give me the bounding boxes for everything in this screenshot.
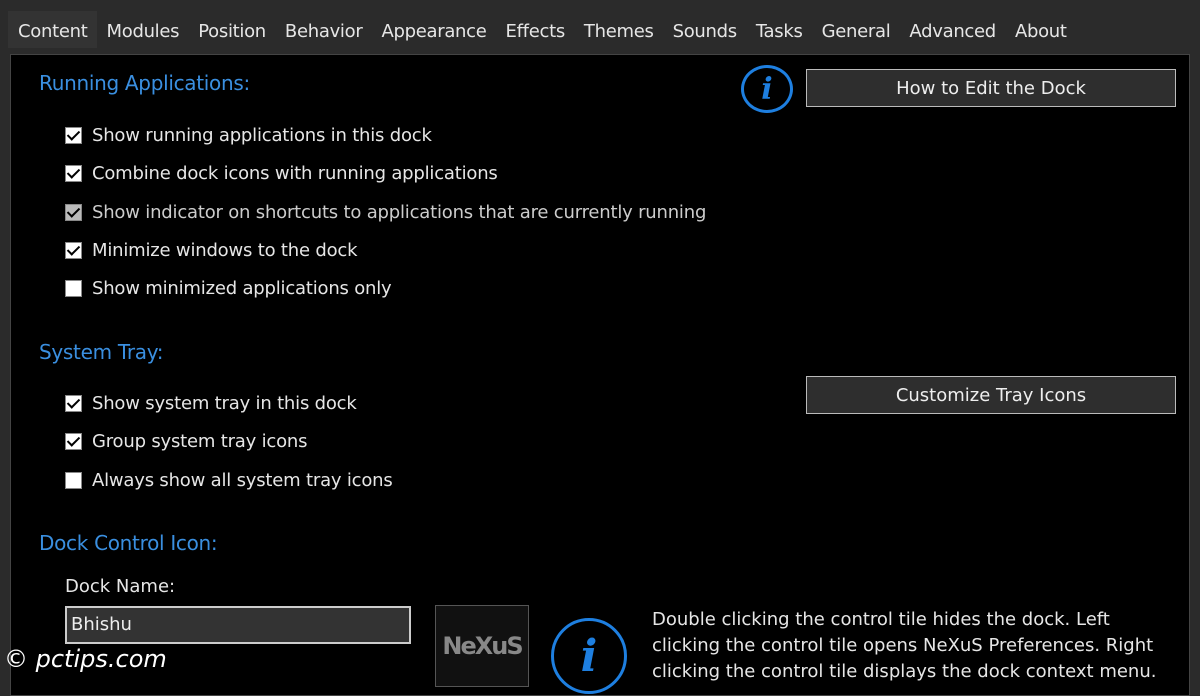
checkbox-combine-icons[interactable]: Combine dock icons with running applicat…	[65, 163, 498, 184]
dock-name-input[interactable]: Bhishu	[65, 606, 411, 644]
checkbox-checked[interactable]	[65, 165, 82, 182]
tab-general[interactable]: General	[812, 21, 900, 48]
checkbox-label: Combine dock icons with running applicat…	[92, 163, 498, 184]
checkbox-show-indicator[interactable]: Show indicator on shortcuts to applicati…	[65, 202, 706, 223]
checkbox-unchecked[interactable]	[65, 280, 82, 297]
tab-tasks[interactable]: Tasks	[746, 21, 812, 48]
checkbox-label: Show indicator on shortcuts to applicati…	[92, 202, 707, 223]
checkbox-unchecked[interactable]	[65, 472, 82, 489]
content-panel: Running Applications: i How to Edit the …	[10, 54, 1190, 696]
checkbox-label: Show minimized applications only	[92, 278, 392, 299]
checkbox-group-tray[interactable]: Group system tray icons	[65, 431, 307, 452]
checkbox-label: Group system tray icons	[92, 431, 308, 452]
customize-tray-icons-button[interactable]: Customize Tray Icons	[806, 376, 1176, 414]
tab-about[interactable]: About	[1005, 21, 1076, 48]
tab-sounds[interactable]: Sounds	[663, 21, 746, 48]
checkbox-show-running[interactable]: Show running applications in this dock	[65, 125, 432, 146]
dock-control-icon-heading: Dock Control Icon:	[39, 531, 218, 555]
tab-modules[interactable]: Modules	[97, 21, 189, 48]
checkbox-show-tray[interactable]: Show system tray in this dock	[65, 393, 357, 414]
checkbox-checked-disabled[interactable]	[65, 204, 82, 221]
tab-themes[interactable]: Themes	[574, 21, 663, 48]
tab-effects[interactable]: Effects	[496, 21, 574, 48]
how-to-edit-dock-button[interactable]: How to Edit the Dock	[806, 69, 1176, 107]
checkbox-checked[interactable]	[65, 395, 82, 412]
checkbox-checked[interactable]	[65, 433, 82, 450]
checkbox-checked[interactable]	[65, 127, 82, 144]
control-description: Double clicking the control tile hides t…	[652, 609, 1157, 682]
watermark: © pctips.com	[4, 645, 167, 673]
checkbox-label: Minimize windows to the dock	[92, 240, 358, 261]
checkbox-show-all-tray[interactable]: Always show all system tray icons	[65, 470, 393, 491]
info-icon-large: i	[551, 618, 627, 694]
tab-behavior[interactable]: Behavior	[275, 21, 372, 48]
tab-advanced[interactable]: Advanced	[899, 21, 1005, 48]
dock-name-label: Dock Name:	[65, 576, 176, 597]
tab-position[interactable]: Position	[188, 21, 275, 48]
tab-appearance[interactable]: Appearance	[371, 21, 495, 48]
system-tray-heading: System Tray:	[39, 340, 164, 364]
checkbox-checked[interactable]	[65, 242, 82, 259]
checkbox-label: Always show all system tray icons	[92, 470, 393, 491]
checkbox-label: Show running applications in this dock	[92, 125, 432, 146]
checkbox-label: Show system tray in this dock	[92, 393, 357, 414]
checkbox-minimized-only[interactable]: Show minimized applications only	[65, 278, 392, 299]
tab-content[interactable]: Content	[8, 11, 97, 48]
running-applications-heading: Running Applications:	[39, 71, 250, 95]
tab-bar: Content Modules Position Behavior Appear…	[8, 8, 1076, 48]
checkbox-minimize-to-dock[interactable]: Minimize windows to the dock	[65, 240, 358, 261]
info-icon[interactable]: i	[741, 65, 793, 113]
